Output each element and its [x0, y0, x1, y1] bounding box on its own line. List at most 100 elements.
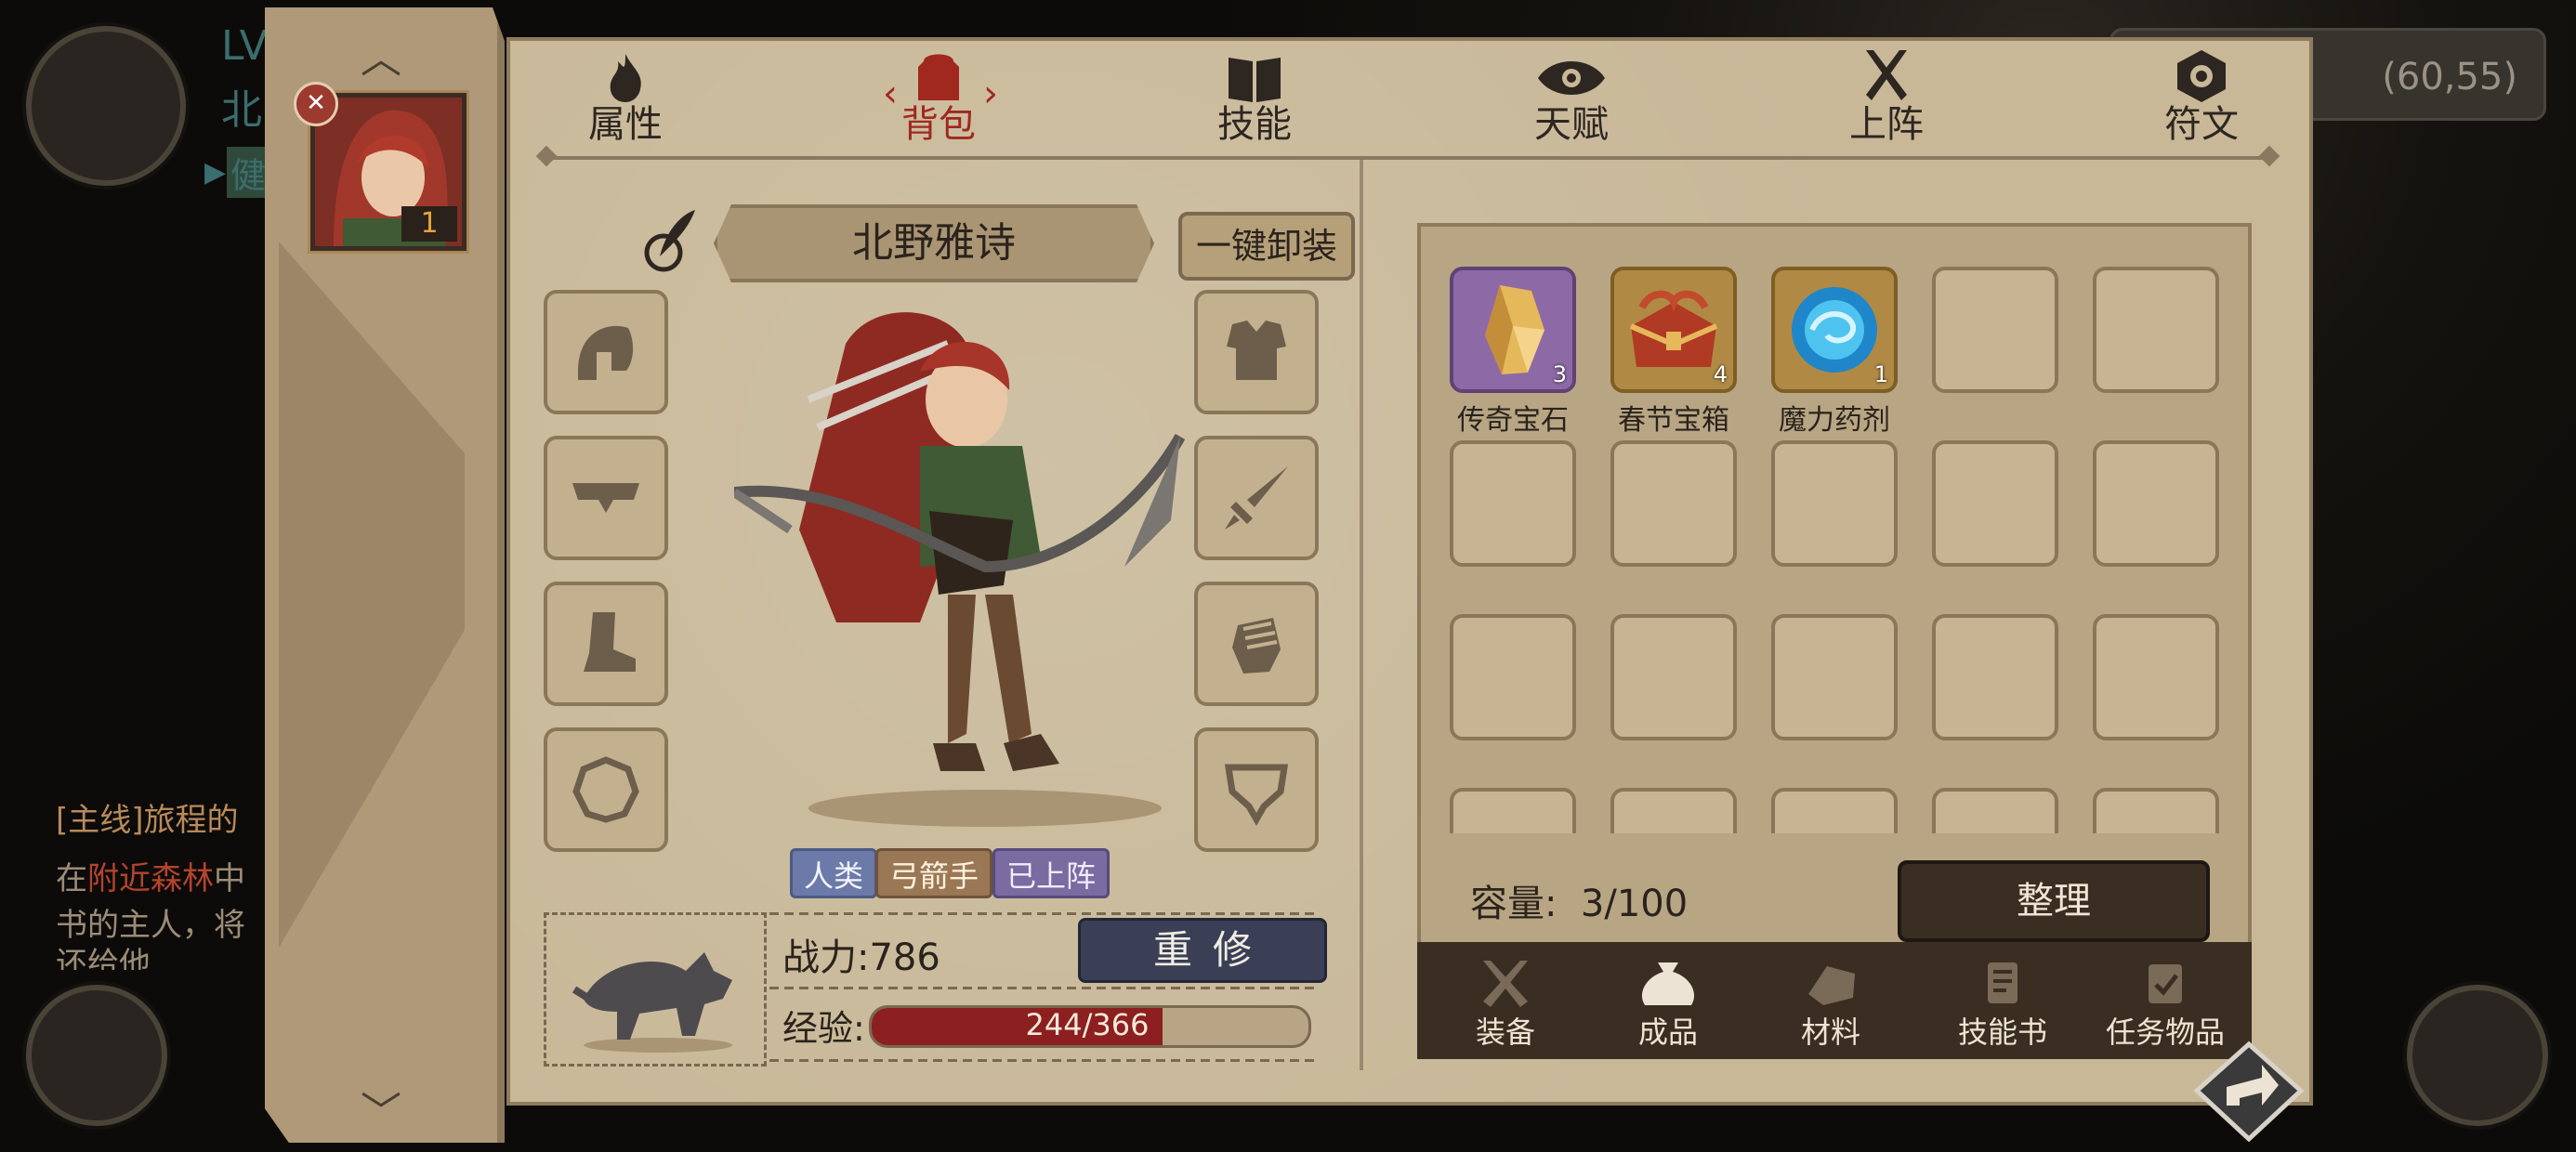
crossed-swords-icon — [1866, 50, 1907, 100]
necklace-icon — [1224, 764, 1289, 827]
item-name: 魔力药剂 — [1779, 404, 1890, 437]
wolf-pet-icon — [572, 952, 732, 1053]
equip-slot-weapon[interactable] — [1194, 436, 1319, 560]
tab-selector-right-icon: › — [983, 72, 998, 115]
ring-icon — [572, 756, 639, 823]
eye-icon — [1538, 61, 1605, 95]
character-artwork — [731, 288, 1217, 836]
stat-separator — [769, 1059, 1318, 1062]
inventory-slot[interactable] — [1450, 440, 1576, 567]
category-tab-materials[interactable]: 材料 — [1752, 957, 1910, 1050]
character-name-banner: 北野雅诗 — [714, 204, 1154, 282]
panel-divider — [1360, 160, 1363, 1070]
item-name: 传奇宝石 — [1457, 404, 1569, 437]
unequip-all-button[interactable]: 一键卸装 — [1178, 212, 1355, 281]
inventory-slot[interactable] — [1771, 788, 1898, 833]
quest-scroll-icon — [2149, 964, 2182, 1003]
tab-deploy[interactable]: 上阵 — [1817, 46, 1956, 149]
inventory-slot[interactable]: 1 — [1771, 267, 1898, 393]
equip-slot-ring[interactable] — [544, 727, 668, 852]
item-count: 1 — [1873, 361, 1888, 387]
inventory-slot[interactable] — [2093, 788, 2219, 833]
hero-level-badge: 1 — [401, 206, 457, 242]
category-tab-products[interactable]: 成品 — [1589, 957, 1747, 1050]
inventory-slot[interactable] — [1450, 788, 1576, 833]
home-button[interactable] — [2407, 985, 2548, 1126]
quest-line: 在附近森林中 — [56, 860, 245, 897]
pet-slot[interactable] — [544, 912, 767, 1067]
inventory-slot[interactable] — [1450, 614, 1576, 740]
category-tab-equipment[interactable]: 装备 — [1426, 957, 1584, 1050]
equip-slot-belt[interactable] — [544, 436, 668, 560]
inventory-slot[interactable]: 4 — [1610, 267, 1737, 393]
inventory-slot[interactable] — [2093, 440, 2219, 567]
status-arrow-icon: ▶ — [204, 156, 227, 189]
sort-inventory-button[interactable]: 整理 — [1898, 860, 2210, 942]
tab-talents[interactable]: 天赋 — [1502, 46, 1641, 149]
map-button[interactable] — [26, 985, 167, 1126]
capacity-display: 容量: 3/100 — [1470, 873, 1688, 927]
capacity-value: 3/100 — [1580, 883, 1689, 925]
inventory-grid: 3 4 1 传奇宝石 春节宝箱 魔力药剂 — [1450, 267, 2221, 833]
stat-separator — [769, 987, 1318, 989]
experience-value: 244/366 — [1025, 1007, 1150, 1042]
inventory-slot[interactable] — [1932, 267, 2058, 393]
category-tab-quest-items[interactable]: 任务物品 — [2086, 957, 2244, 1050]
tab-divider — [548, 156, 2267, 160]
combat-power: 战力:786 — [782, 936, 940, 979]
book-icon — [1229, 58, 1281, 102]
equip-slot-gloves[interactable] — [1194, 582, 1319, 706]
equip-slot-necklace[interactable] — [1194, 727, 1319, 852]
quest-line: 还给他 — [56, 946, 151, 970]
inventory-slot[interactable] — [1932, 440, 2058, 567]
inventory-slot[interactable] — [1932, 614, 2058, 740]
gloves-icon — [1232, 618, 1281, 674]
scroll-icon — [1988, 962, 2017, 1003]
inventory-slot[interactable]: 3 — [1450, 267, 1576, 393]
inventory-slot[interactable] — [1610, 788, 1737, 833]
helmet-icon — [578, 325, 634, 380]
player-status-fragment: 健 — [227, 147, 270, 198]
scroll-down-icon[interactable]: ﹀ — [353, 1093, 409, 1133]
inventory-slot[interactable] — [1610, 614, 1737, 740]
item-count: 4 — [1713, 361, 1728, 387]
category-tab-skillbooks[interactable]: 技能书 — [1924, 957, 2082, 1050]
pouch-icon — [1641, 962, 1695, 1005]
inventory-slot[interactable] — [1932, 788, 2058, 833]
armor-icon — [1227, 321, 1286, 380]
retrain-button[interactable]: 重修 — [1078, 918, 1327, 983]
quest-title[interactable]: [主线]旅程的 — [56, 794, 239, 840]
backpack-icon — [918, 54, 959, 100]
tab-attributes[interactable]: 属性 — [556, 46, 695, 149]
experience-label: 经验: — [782, 1008, 865, 1049]
ore-icon — [1808, 966, 1855, 1005]
equip-slot-boots[interactable] — [544, 582, 668, 706]
inventory-slot[interactable] — [1610, 440, 1737, 567]
equip-slot-armor[interactable] — [1194, 290, 1319, 414]
equip-slot-helmet[interactable] — [544, 290, 668, 414]
class-tag: 弓箭手 — [875, 848, 993, 898]
inventory-slot[interactable] — [2093, 614, 2219, 740]
player-name-fragment: 北 — [221, 86, 262, 134]
capacity-label: 容量: — [1470, 883, 1557, 925]
inventory-slot[interactable] — [1771, 440, 1898, 567]
item-count: 3 — [1552, 361, 1567, 387]
deployed-tag: 已上阵 — [992, 848, 1111, 898]
rune-icon — [2177, 50, 2226, 102]
return-button[interactable] — [2193, 1041, 2305, 1143]
boots-icon — [584, 612, 636, 672]
flame-icon — [610, 54, 641, 102]
return-arrow-icon — [2193, 1041, 2305, 1143]
race-tag: 人类 — [790, 848, 878, 898]
belt-icon — [572, 483, 639, 513]
hero-class-icon: ✕ — [294, 82, 338, 126]
tab-skills[interactable]: 技能 — [1185, 46, 1324, 149]
rename-quill-icon[interactable] — [641, 206, 701, 273]
stat-separator — [769, 912, 1318, 915]
scroll-up-icon[interactable]: ︿ — [353, 39, 409, 80]
player-avatar[interactable] — [26, 26, 186, 186]
item-name: 春节宝箱 — [1618, 404, 1729, 437]
inventory-slot[interactable] — [1771, 614, 1898, 740]
tab-runes[interactable]: 符文 — [2132, 46, 2271, 149]
inventory-slot[interactable] — [2093, 267, 2219, 393]
